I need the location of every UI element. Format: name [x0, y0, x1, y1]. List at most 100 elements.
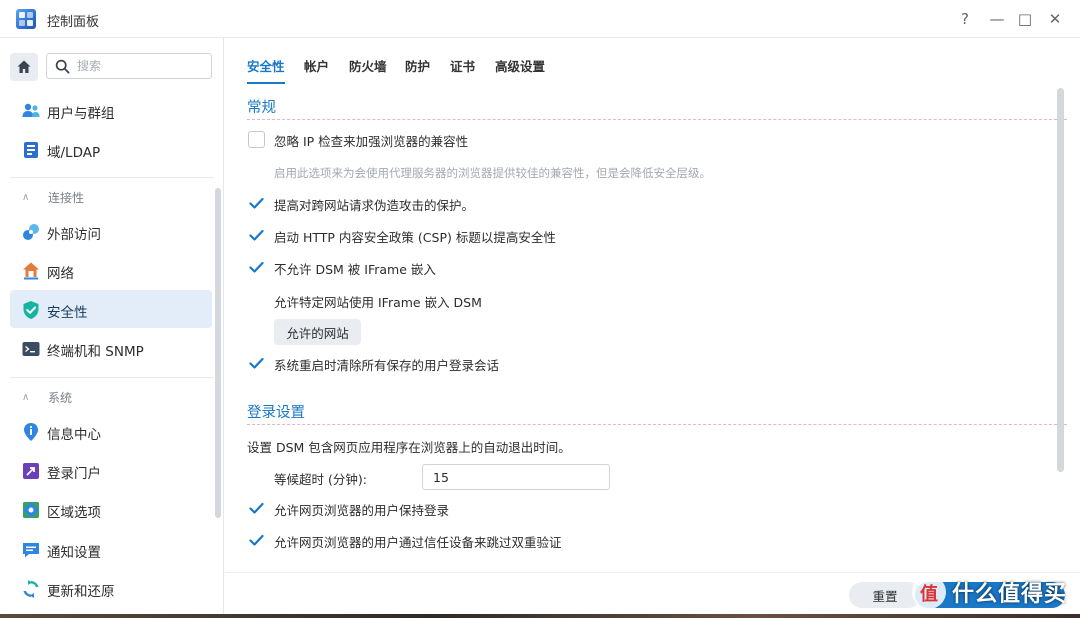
maximize-icon[interactable]: □ [1014, 8, 1036, 30]
sidebar-item-update-restore[interactable]: 更新和还原 [10, 569, 212, 607]
checkmark-icon [249, 197, 264, 209]
clear-sessions-label: 系统重启时清除所有保存的用户登录会话 [274, 358, 500, 373]
skip-2fa-checkbox[interactable] [248, 532, 265, 549]
chevron-up-icon: ∧ [22, 392, 30, 403]
user-group-icon [22, 103, 40, 117]
sidebar-group-label: 系统 [48, 391, 73, 405]
sidebar-group-connectivity[interactable]: ∧ 连接性 [22, 189, 84, 206]
home-icon [17, 60, 31, 73]
clear-sessions-checkbox[interactable] [248, 355, 265, 372]
tab-advanced[interactable]: 高级设置 [495, 56, 545, 75]
sidebar-item-label: 域/LDAP [47, 145, 101, 161]
login-portal-icon [23, 463, 39, 479]
tab-firewall[interactable]: 防火墙 [349, 56, 387, 75]
main-scrollbar[interactable] [1057, 88, 1064, 472]
sidebar-item-label: 用户与群组 [47, 106, 115, 122]
sidebar-item-notification[interactable]: 通知设置 [10, 530, 212, 568]
skip-2fa-checkbox-row[interactable]: 允许网页浏览器的用户通过信任设备来跳过双重验证 [248, 532, 562, 550]
clear-sessions-checkbox-row[interactable]: 系统重启时清除所有保存的用户登录会话 [248, 355, 499, 373]
control-panel-window: 控制面板 ? — □ ✕ 用户与群组 域/LDAP ∧ 连接性 [0, 0, 1080, 614]
sidebar-item-label: 区域选项 [47, 505, 101, 521]
keep-login-checkbox[interactable] [248, 500, 265, 517]
timeout-label: 等候超时 (分钟): [274, 472, 367, 487]
checkmark-icon [249, 261, 264, 273]
no-iframe-label: 不允许 DSM 被 IFrame 嵌入 [274, 262, 436, 277]
section-divider [247, 119, 1067, 120]
sidebar-item-terminal-snmp[interactable]: 终端机和 SNMP [10, 329, 212, 367]
timeout-input[interactable] [422, 464, 610, 490]
checkmark-icon [249, 357, 264, 369]
sidebar-divider [10, 177, 214, 178]
sidebar-item-security[interactable]: 安全性 [10, 290, 212, 328]
csrf-checkbox-row[interactable]: 提高对跨网站请求伪造攻击的保护。 [248, 195, 474, 213]
search-field[interactable] [46, 53, 212, 79]
watermark-logo: 值 [912, 575, 946, 609]
search-icon [55, 59, 70, 74]
ignore-ip-hint: 启用此选项来为会使用代理服务器的浏览器提供较佳的兼容性，但是会降低安全层级。 [274, 166, 711, 180]
sidebar-item-regional-options[interactable]: 区域选项 [10, 490, 212, 528]
external-access-icon [23, 224, 39, 240]
network-icon [23, 262, 39, 280]
no-iframe-checkbox[interactable] [248, 259, 265, 276]
watermark-text: 什么值得买 [952, 582, 1068, 607]
no-iframe-checkbox-row[interactable]: 不允许 DSM 被 IFrame 嵌入 [248, 259, 436, 277]
checkmark-icon [249, 229, 264, 241]
watermark: 值 什么值得买 [912, 574, 1067, 610]
sidebar-item-domain-ldap[interactable]: 域/LDAP [10, 130, 212, 168]
regional-icon [23, 502, 39, 518]
terminal-icon [22, 342, 40, 356]
sidebar-item-label: 通知设置 [47, 545, 101, 561]
sidebar-item-label: 信息中心 [47, 427, 101, 443]
control-panel-app-icon [16, 9, 36, 29]
sidebar-group-system[interactable]: ∧ 系统 [22, 389, 72, 406]
ignore-ip-checkbox-row[interactable]: 忽略 IP 检查来加强浏览器的兼容性 [248, 131, 468, 149]
csrf-checkbox[interactable] [248, 195, 265, 212]
reset-button[interactable]: 重置 [849, 582, 921, 608]
close-icon[interactable]: ✕ [1044, 8, 1066, 30]
allowed-sites-button[interactable]: 允许的网站 [274, 319, 361, 345]
minimize-icon[interactable]: — [986, 8, 1008, 30]
login-description: 设置 DSM 包含网页应用程序在浏览器上的自动退出时间。 [247, 440, 571, 455]
sidebar-item-label: 终端机和 SNMP [47, 344, 144, 360]
section-title-general: 常规 [247, 100, 276, 116]
sidebar-item-network[interactable]: 网络 [10, 251, 212, 289]
sidebar-group-label: 连接性 [48, 191, 85, 205]
search-input[interactable] [77, 56, 207, 76]
ignore-ip-checkbox[interactable] [248, 131, 265, 148]
sidebar-item-user-group[interactable]: 用户与群组 [10, 91, 212, 129]
tab-bar: 安全性 帐户 防火墙 防护 证书 高级设置 [225, 38, 1080, 84]
notification-icon [23, 543, 39, 558]
csp-checkbox-row[interactable]: 启动 HTTP 内容安全政策 (CSP) 标题以提高安全性 [248, 227, 556, 245]
sidebar-item-info-center[interactable]: 信息中心 [10, 412, 212, 450]
sidebar-divider [10, 377, 214, 378]
help-icon[interactable]: ? [954, 8, 976, 30]
sidebar-item-login-portal[interactable]: 登录门户 [10, 451, 212, 489]
tab-certificate[interactable]: 证书 [450, 56, 475, 75]
keep-login-checkbox-row[interactable]: 允许网页浏览器的用户保持登录 [248, 500, 449, 518]
tab-protection[interactable]: 防护 [405, 56, 430, 75]
sidebar-item-label: 安全性 [47, 305, 88, 321]
title-bar: 控制面板 ? — □ ✕ [0, 0, 1080, 38]
sidebar-item-label: 更新和还原 [47, 584, 115, 600]
checkmark-icon [249, 502, 264, 514]
tab-account[interactable]: 帐户 [304, 56, 329, 75]
keep-login-label: 允许网页浏览器的用户保持登录 [274, 503, 450, 518]
csrf-label: 提高对跨网站请求伪造攻击的保护。 [274, 198, 475, 213]
skip-2fa-label: 允许网页浏览器的用户通过信任设备来跳过双重验证 [274, 535, 562, 550]
csp-label: 启动 HTTP 内容安全政策 (CSP) 标题以提高安全性 [274, 230, 556, 245]
sidebar-scrollbar[interactable] [215, 188, 221, 518]
tab-security[interactable]: 安全性 [247, 56, 285, 84]
csp-checkbox[interactable] [248, 227, 265, 244]
allow-sites-text: 允许特定网站使用 IFrame 嵌入 DSM [274, 295, 482, 310]
home-button[interactable] [10, 53, 38, 81]
chevron-up-icon: ∧ [22, 192, 30, 203]
shield-check-icon [23, 301, 39, 319]
info-icon [24, 423, 38, 441]
update-icon [23, 580, 39, 598]
sidebar-item-external-access[interactable]: 外部访问 [10, 212, 212, 250]
section-divider [247, 424, 1067, 425]
watermark-logo-glyph: 值 [920, 584, 938, 605]
ignore-ip-label: 忽略 IP 检查来加强浏览器的兼容性 [274, 134, 469, 149]
desktop-background-strip [0, 614, 1080, 618]
checkmark-icon [249, 534, 264, 546]
